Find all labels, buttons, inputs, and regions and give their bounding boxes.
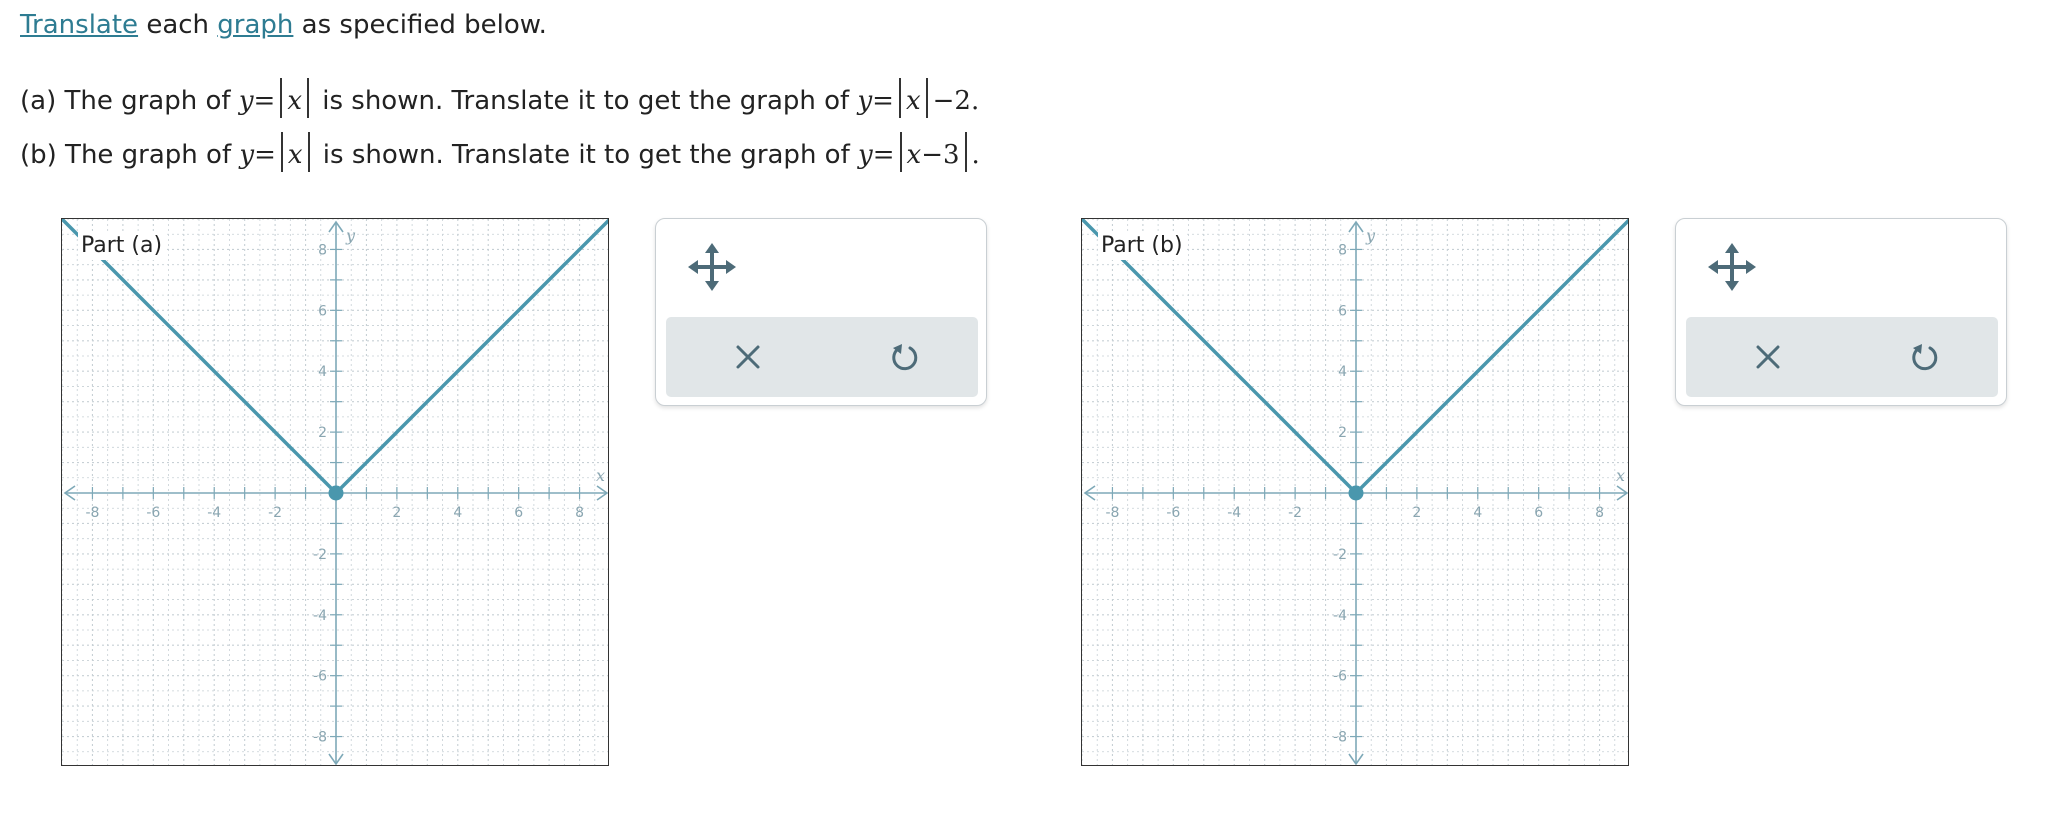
x-tick-label: -6 [146, 505, 160, 521]
y-tick-label: -6 [1333, 669, 1347, 685]
x-tick-label: -6 [1166, 505, 1180, 521]
y-tick-label: -2 [313, 547, 327, 563]
y-tick-label: 6 [318, 303, 327, 319]
tool-panel-b [1675, 218, 2007, 406]
x-icon [736, 345, 760, 369]
y-tick-label: 8 [1338, 242, 1347, 258]
y-tick-label: 6 [1338, 303, 1347, 319]
x-axis-label: x [596, 466, 605, 485]
y-tick-label: 2 [318, 425, 327, 441]
part-a-prefix: (a) The graph of [20, 86, 239, 116]
vertex-point [1348, 485, 1364, 501]
part-b-eq2: = [872, 140, 895, 170]
action-bar [666, 317, 978, 397]
part-a-x2: x [905, 86, 921, 116]
abs-bar [898, 78, 901, 118]
part-a-tail: −2. [932, 86, 980, 116]
part-a-y2: y [857, 86, 873, 116]
x-tick-label: 6 [1534, 505, 1543, 521]
y-tick-label: -2 [1333, 547, 1347, 563]
graph-part-a[interactable]: -8 -6 -4 -2 2 4 6 8 8 6 4 2 -2 -4 -6 -8 x y Part (a) [61, 218, 609, 766]
part-a-middle: is shown. Translate it to get the graph … [313, 86, 858, 116]
y-axis-label: y [345, 226, 356, 245]
instructions-tail: as specified below. [293, 10, 547, 40]
y-tick-label: 4 [318, 364, 327, 380]
x-tick-label: 2 [1412, 505, 1421, 521]
y-tick-label: -4 [313, 608, 327, 624]
abs-bar [307, 132, 310, 172]
part-b-y1: y [239, 140, 255, 170]
y-axis-label: y [1365, 226, 1376, 245]
instructions: Translate each graph as specified below. [20, 10, 547, 40]
y-tick-label: 4 [1338, 364, 1347, 380]
translate-link[interactable]: Translate [20, 10, 138, 40]
x-tick-label: -4 [1227, 505, 1241, 521]
part-a-x1: x [287, 86, 302, 116]
undo-icon [1912, 344, 1938, 371]
action-bar [1686, 317, 1998, 397]
move-arrows-icon [1708, 243, 1756, 291]
y-tick-label: 8 [318, 242, 327, 258]
part-b-statement: (b) The graph of y= x is shown. Translate… [20, 132, 980, 172]
move-tool-button[interactable] [686, 241, 738, 293]
part-a-y1: y [238, 86, 254, 116]
x-tick-label: 8 [1595, 505, 1604, 521]
move-tool-button[interactable] [1706, 241, 1758, 293]
part-b-tail: . [971, 140, 980, 170]
x-tick-label: 2 [392, 505, 401, 521]
x-tick-label: -8 [1105, 505, 1119, 521]
graph-canvas[interactable]: -8 -6 -4 -2 2 4 6 8 8 6 4 2 -2 -4 -6 -8 x y [62, 219, 609, 766]
graph-title: Part (a) [78, 231, 166, 260]
part-b-x2: x [906, 140, 922, 170]
abs-bar [280, 78, 283, 118]
instructions-mid: each [138, 10, 218, 40]
undo-button[interactable] [1904, 337, 1944, 377]
x-tick-label: -2 [268, 505, 282, 521]
part-b-prefix: (b) The graph of [20, 140, 240, 170]
part-b-three: 3 [942, 140, 960, 170]
part-a-eq1: = [253, 86, 276, 116]
x-icon [1756, 345, 1780, 369]
x-tick-label: 8 [575, 505, 584, 521]
part-a-statement: (a) The graph of y= x is shown. Translate… [20, 78, 979, 118]
y-tick-label: -6 [313, 669, 327, 685]
part-b-minus: − [921, 140, 943, 170]
y-tick-label: -8 [1333, 730, 1347, 746]
x-tick-label: 4 [1473, 505, 1482, 521]
undo-icon [892, 344, 918, 371]
vertex-point [328, 485, 344, 501]
abs-bar [964, 132, 967, 172]
tool-panel-a [655, 218, 987, 406]
abs-bar [925, 78, 928, 118]
clear-button[interactable] [1748, 337, 1788, 377]
part-b-y2: y [858, 140, 873, 170]
abs-bar [899, 132, 902, 172]
x-tick-label: 6 [514, 505, 523, 521]
part-b-eq1: = [254, 140, 276, 170]
graph-link[interactable]: graph [217, 10, 293, 40]
x-tick-label: -4 [207, 505, 221, 521]
graph-canvas[interactable]: -8 -6 -4 -2 2 4 6 8 8 6 4 2 -2 -4 -6 -8 x y [1082, 219, 1629, 766]
graph-part-b[interactable]: -8 -6 -4 -2 2 4 6 8 8 6 4 2 -2 -4 -6 -8 x y Part (b) [1081, 218, 1629, 766]
x-tick-label: 4 [453, 505, 462, 521]
abs-bar [280, 132, 283, 172]
y-tick-label: 2 [1338, 425, 1347, 441]
move-arrows-icon [688, 243, 736, 291]
part-b-x1: x [287, 140, 303, 170]
y-tick-label: -8 [313, 730, 327, 746]
part-b-middle: is shown. Translate it to get the graph … [314, 140, 859, 170]
y-tick-label: -4 [1333, 608, 1347, 624]
x-tick-label: -2 [1288, 505, 1302, 521]
x-axis-label: x [1616, 466, 1625, 485]
undo-button[interactable] [884, 337, 924, 377]
abs-bar [306, 78, 309, 118]
graph-title: Part (b) [1098, 231, 1186, 260]
clear-button[interactable] [728, 337, 768, 377]
x-tick-label: -8 [85, 505, 99, 521]
part-a-eq2: = [872, 86, 894, 116]
